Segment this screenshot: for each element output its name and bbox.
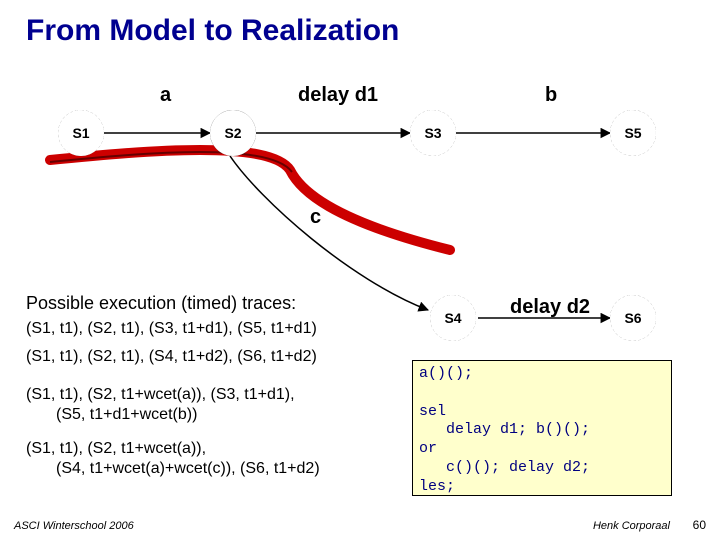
state-s6: S6 — [610, 295, 656, 341]
state-s4: S4 — [430, 295, 476, 341]
footer-page-number: 60 — [693, 518, 706, 532]
edge-label-b: b — [545, 84, 557, 107]
edge-label-delay-d1: delay d1 — [298, 84, 378, 107]
trace-3b: (S5, t1+d1+wcet(b)) — [56, 406, 197, 424]
edge-label-c: c — [310, 206, 321, 229]
trace-4b: (S4, t1+wcet(a)+wcet(c)), (S6, t1+d2) — [56, 460, 320, 478]
state-s5: S5 — [610, 110, 656, 156]
state-s2: S2 — [210, 110, 256, 156]
trace-4a: (S1, t1), (S2, t1+wcet(a)), — [26, 440, 206, 458]
edge-label-delay-d2: delay d2 — [510, 296, 590, 319]
code-box: a()(); sel delay d1; b()(); or c()(); de… — [412, 360, 672, 496]
diagram-edges — [30, 80, 690, 340]
edge-label-a: a — [160, 84, 171, 107]
state-s3: S3 — [410, 110, 456, 156]
state-diagram: S1 S2 S3 S5 S4 S6 a delay d1 b c delay d… — [30, 80, 690, 340]
state-s1: S1 — [58, 110, 104, 156]
trace-3a: (S1, t1), (S2, t1+wcet(a)), (S3, t1+d1), — [26, 386, 295, 404]
slide-title: From Model to Realization — [26, 14, 399, 48]
footer-left: ASCI Winterschool 2006 — [14, 520, 134, 532]
footer-right: Henk Corporaal — [593, 520, 670, 532]
trace-2: (S1, t1), (S2, t1), (S4, t1+d2), (S6, t1… — [26, 348, 317, 366]
